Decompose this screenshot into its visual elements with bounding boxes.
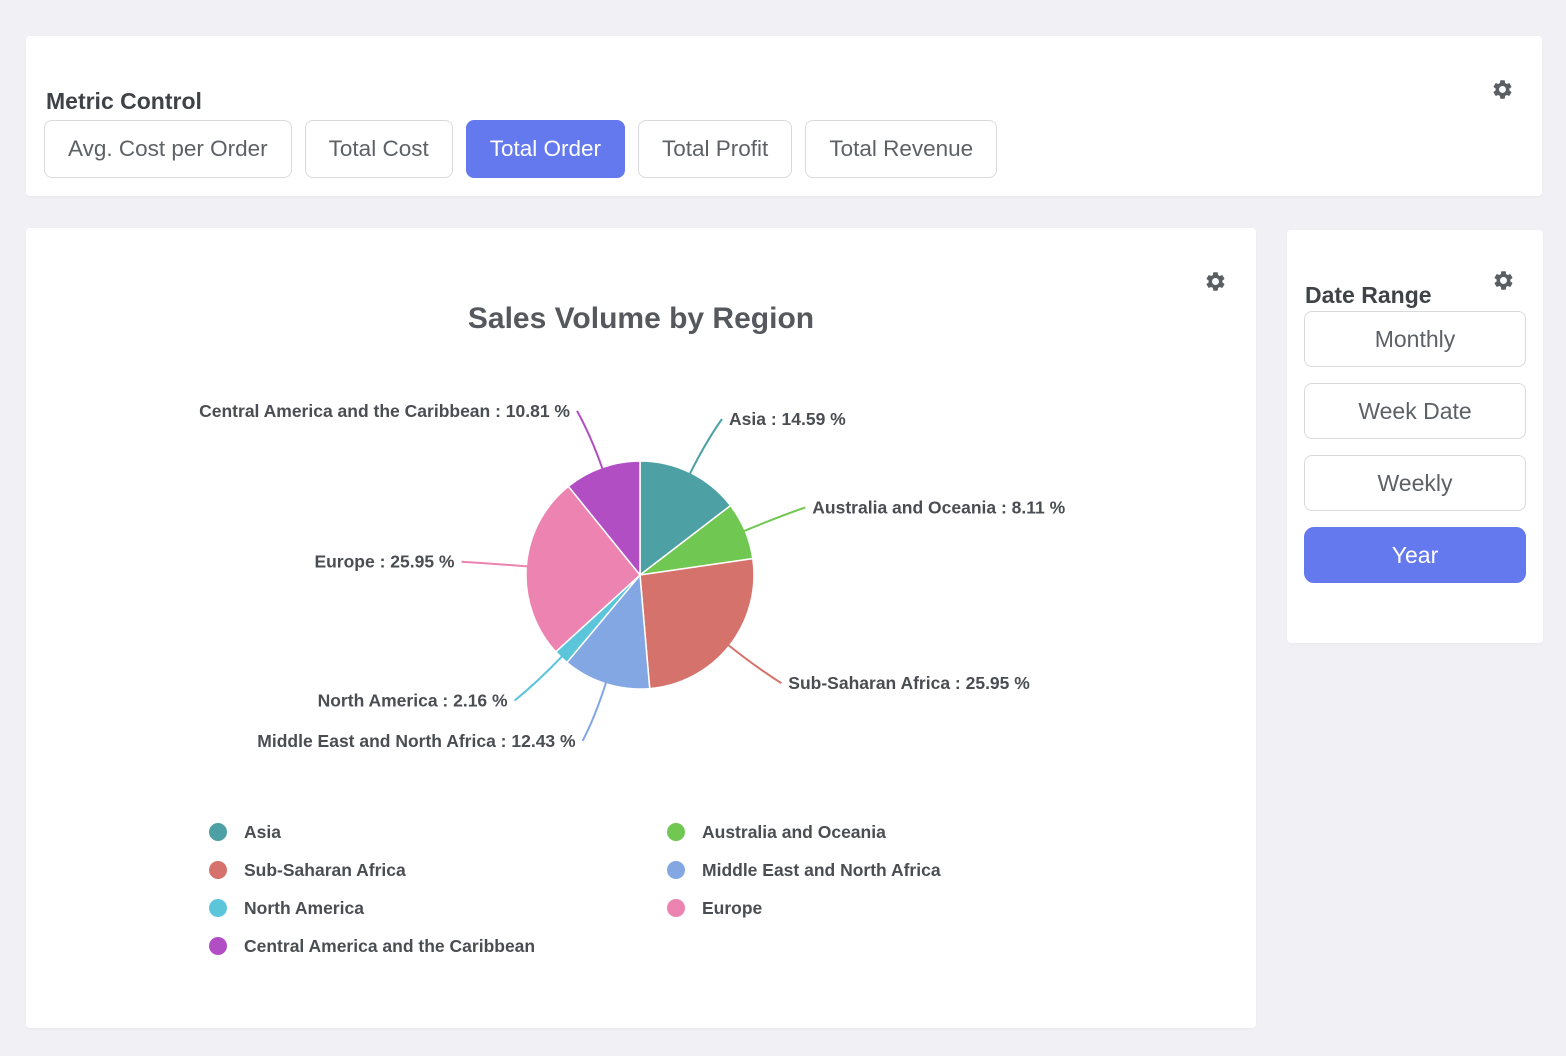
- callout-line-middle-east-and-north-africa: [583, 683, 606, 741]
- metric-button-total-cost[interactable]: Total Cost: [305, 120, 453, 178]
- legend-swatch-icon: [667, 823, 685, 841]
- metric-control-title: Metric Control: [46, 88, 202, 115]
- callout-line-central-america-and-the-caribbean: [577, 411, 602, 469]
- legend-label: Sub-Saharan Africa: [244, 860, 406, 881]
- legend-label: Central America and the Caribbean: [244, 936, 535, 957]
- sales-volume-chart-card: Sales Volume by Region Asia : 14.59 %Aus…: [26, 228, 1256, 1028]
- legend-item-central-america-and-the-caribbean[interactable]: Central America and the Caribbean: [209, 927, 667, 965]
- callout-line-north-america: [515, 657, 562, 701]
- legend-item-europe[interactable]: Europe: [667, 889, 941, 927]
- callout-label-sub-saharan-africa: Sub-Saharan Africa : 25.95 %: [788, 673, 1030, 693]
- date-range-title: Date Range: [1305, 282, 1432, 309]
- metric-button-total-order[interactable]: Total Order: [466, 120, 625, 178]
- legend-swatch-icon: [209, 823, 227, 841]
- legend-swatch-icon: [209, 861, 227, 879]
- legend-swatch-icon: [667, 899, 685, 917]
- legend-label: Asia: [244, 822, 281, 843]
- callout-label-north-america: North America : 2.16 %: [318, 691, 508, 711]
- legend-item-sub-saharan-africa[interactable]: Sub-Saharan Africa: [209, 851, 667, 889]
- legend-label: Europe: [702, 898, 762, 919]
- legend-item-north-america[interactable]: North America: [209, 889, 667, 927]
- metric-button-row: Avg. Cost per OrderTotal CostTotal Order…: [44, 120, 997, 178]
- legend-item-asia[interactable]: Asia: [209, 813, 667, 851]
- date-range-button-weekly[interactable]: Weekly: [1304, 455, 1526, 511]
- date-range-button-year[interactable]: Year: [1304, 527, 1526, 583]
- legend-item-middle-east-and-north-africa[interactable]: Middle East and North Africa: [667, 851, 941, 889]
- gear-icon[interactable]: [1491, 78, 1514, 101]
- metric-button-total-profit[interactable]: Total Profit: [638, 120, 792, 178]
- callout-label-europe: Europe : 25.95 %: [314, 552, 454, 572]
- gear-icon[interactable]: [1492, 269, 1515, 292]
- date-range-button-week-date[interactable]: Week Date: [1304, 383, 1526, 439]
- legend-swatch-icon: [209, 899, 227, 917]
- callout-line-asia: [690, 419, 722, 474]
- callout-label-middle-east-and-north-africa: Middle East and North Africa : 12.43 %: [257, 731, 576, 751]
- legend-swatch-icon: [209, 937, 227, 955]
- callout-line-sub-saharan-africa: [728, 645, 781, 683]
- date-range-card: Date Range Monthly Week Date Weekly Year: [1287, 230, 1543, 643]
- legend-item-australia-and-oceania[interactable]: Australia and Oceania: [667, 813, 941, 851]
- callout-label-asia: Asia : 14.59 %: [729, 409, 846, 429]
- pie-slice-sub-saharan-africa[interactable]: [640, 559, 754, 689]
- callout-label-central-america-and-the-caribbean: Central America and the Caribbean : 10.8…: [199, 401, 570, 421]
- date-range-button-monthly[interactable]: Monthly: [1304, 311, 1526, 367]
- legend-label: North America: [244, 898, 364, 919]
- date-range-button-column: Monthly Week Date Weekly Year: [1304, 311, 1526, 583]
- metric-button-total-revenue[interactable]: Total Revenue: [805, 120, 997, 178]
- legend-label: Australia and Oceania: [702, 822, 886, 843]
- callout-label-australia-and-oceania: Australia and Oceania : 8.11 %: [812, 497, 1065, 517]
- legend-swatch-icon: [667, 861, 685, 879]
- callout-line-australia-and-oceania: [744, 507, 805, 531]
- metric-control-card: Metric Control Avg. Cost per OrderTotal …: [26, 36, 1542, 196]
- metric-button-avg-cost-per-order[interactable]: Avg. Cost per Order: [44, 120, 292, 178]
- chart-legend: Asia Australia and Oceania Sub-Saharan Afr…: [209, 813, 941, 965]
- callout-line-europe: [462, 562, 528, 567]
- legend-label: Middle East and North Africa: [702, 860, 941, 881]
